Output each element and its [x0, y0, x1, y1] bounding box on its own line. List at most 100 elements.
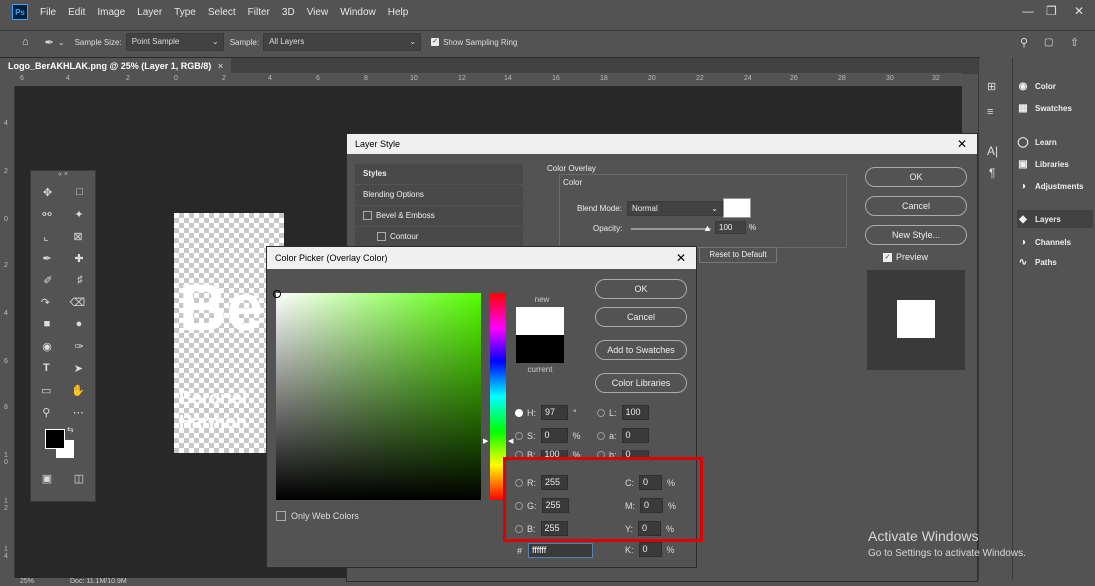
paragraph-panel-icon[interactable]: ¶ [989, 166, 995, 180]
eraser-tool-icon[interactable]: ⌫ [70, 296, 86, 309]
menu-view[interactable]: View [307, 7, 329, 18]
panel-libraries[interactable]: ▣ Libraries [1017, 158, 1069, 170]
opacity-input[interactable]: 100 [715, 221, 746, 234]
lasso-tool-icon[interactable]: ⚯ [42, 208, 51, 221]
collapse-icon[interactable]: « [58, 171, 62, 178]
panel-channels[interactable]: ◑ Channels [1017, 236, 1071, 248]
close-window-icon[interactable]: ✕ [1074, 4, 1084, 18]
share-icon[interactable]: ⇧ [1070, 36, 1079, 49]
workspace-icon[interactable]: ▢ [1044, 37, 1053, 48]
zoom-tool-icon[interactable]: ⚲ [42, 406, 50, 419]
dodge-tool-icon[interactable]: ◉ [42, 340, 52, 353]
color-field-cursor[interactable] [273, 290, 281, 298]
chevron-down-icon[interactable]: ⌄ [58, 38, 65, 47]
home-icon[interactable]: ⌂ [22, 36, 29, 48]
hex-input[interactable]: ffffff [528, 543, 594, 558]
history-brush-tool-icon[interactable]: ↷ [41, 296, 50, 309]
opacity-slider-handle[interactable]: ▲ [703, 223, 712, 233]
gradient-tool-icon[interactable]: ■ [44, 318, 51, 330]
ok-button[interactable]: OK [595, 279, 687, 299]
zoom-level[interactable]: 25% [20, 578, 34, 585]
tab-close-icon[interactable]: × [218, 61, 223, 71]
menu-help[interactable]: Help [388, 7, 409, 18]
stamp-tool-icon[interactable]: ♯ [77, 274, 83, 286]
new-style-button[interactable]: New Style... [865, 225, 967, 245]
hue-radio[interactable] [515, 408, 523, 417]
magic-wand-tool-icon[interactable]: ✦ [74, 208, 83, 221]
black-input[interactable]: 0 [638, 542, 662, 557]
document-tab[interactable]: Logo_BerAKHLAK.png @ 25% (Layer 1, RGB/8… [0, 58, 232, 74]
color-libraries-button[interactable]: Color Libraries [595, 373, 687, 393]
character-panel-icon[interactable]: A| [987, 144, 998, 158]
panel-swatches[interactable]: ▦ Swatches [1017, 102, 1072, 114]
quick-mask-icon[interactable]: ▣ [42, 472, 52, 485]
hue-input[interactable]: 97 [541, 405, 568, 420]
menu-select[interactable]: Select [208, 7, 236, 18]
properties-panel-icon[interactable]: ≡ [987, 106, 993, 118]
history-panel-icon[interactable]: ⊞ [987, 80, 996, 93]
eyedropper-icon[interactable]: ✒ [45, 36, 54, 49]
hand-tool-icon[interactable]: ✋ [71, 384, 85, 397]
hue-slider-left-handle[interactable]: ▶ [483, 437, 488, 445]
saturation-radio[interactable] [515, 431, 523, 440]
sample-select[interactable]: All Layers ⌄ [263, 33, 422, 51]
close-icon[interactable]: ✕ [957, 134, 967, 154]
panel-adjustments[interactable]: ◑ Adjustments [1017, 180, 1083, 192]
hue-slider-right-handle[interactable]: ◀ [508, 437, 513, 445]
lab-a-input[interactable]: 0 [621, 428, 649, 443]
frame-tool-icon[interactable]: ⊠ [73, 230, 82, 243]
style-bevel-emboss[interactable]: Bevel & Emboss [355, 206, 523, 227]
preview-checkbox[interactable]: ✓ [883, 252, 892, 262]
crop-tool-icon[interactable]: ⌞ [43, 230, 48, 243]
menu-image[interactable]: Image [97, 7, 125, 18]
menu-3d[interactable]: 3D [282, 7, 295, 18]
pen-tool-icon[interactable]: ✑ [74, 340, 83, 353]
menu-window[interactable]: Window [340, 7, 376, 18]
bevel-checkbox[interactable] [363, 211, 372, 221]
blend-mode-select[interactable]: Normal ⌄ [627, 201, 723, 216]
lab-l-input[interactable]: 100 [621, 405, 649, 420]
rectangle-tool-icon[interactable]: ▭ [41, 384, 51, 397]
blur-tool-icon[interactable]: ● [76, 318, 83, 330]
swap-colors-icon[interactable]: ⇆ [67, 425, 74, 434]
overlay-color-swatch[interactable] [723, 198, 751, 218]
color-field[interactable] [273, 290, 481, 500]
panel-paths[interactable]: ∿ Paths [1017, 256, 1057, 268]
healing-brush-tool-icon[interactable]: ✚ [74, 252, 83, 265]
menu-layer[interactable]: Layer [137, 7, 162, 18]
styles-header[interactable]: Styles [355, 164, 523, 185]
contour-checkbox[interactable] [377, 232, 386, 242]
cancel-button[interactable]: Cancel [865, 196, 967, 216]
lab-l-radio[interactable] [597, 408, 605, 417]
reset-to-default-button[interactable]: Reset to Default [699, 247, 777, 263]
path-selection-tool-icon[interactable]: ➤ [74, 362, 83, 375]
brush-tool-icon[interactable]: ✐ [43, 274, 52, 287]
sample-size-select[interactable]: Point Sample ⌄ [125, 33, 224, 51]
menu-type[interactable]: Type [174, 7, 196, 18]
panel-layers[interactable]: ◆ Layers [1017, 210, 1093, 228]
menu-filter[interactable]: Filter [248, 7, 270, 18]
panel-color[interactable]: ◉ Color [1017, 80, 1056, 92]
only-web-colors-checkbox[interactable] [276, 511, 286, 521]
lab-a-radio[interactable] [597, 431, 605, 440]
screen-mode-icon[interactable]: ◫ [74, 472, 84, 485]
opacity-slider[interactable] [631, 228, 711, 230]
add-to-swatches-button[interactable]: Add to Swatches [595, 340, 687, 360]
menu-edit[interactable]: Edit [68, 7, 85, 18]
move-tool-icon[interactable]: ✥ [43, 186, 52, 199]
show-ring-checkbox[interactable]: ✓ [431, 38, 440, 46]
ok-button[interactable]: OK [865, 167, 967, 187]
marquee-tool-icon[interactable]: □ [76, 186, 83, 198]
close-icon[interactable]: ✕ [676, 247, 686, 269]
style-contour[interactable]: Contour [355, 227, 523, 248]
only-web-colors-row[interactable]: Only Web Colors [276, 511, 359, 521]
cancel-button[interactable]: Cancel [595, 307, 687, 327]
eyedropper-tool-icon[interactable]: ✒ [42, 252, 51, 265]
restore-icon[interactable]: ❐ [1046, 4, 1057, 18]
saturation-input[interactable]: 0 [540, 428, 568, 443]
more-tools-icon[interactable]: ⋯ [73, 406, 84, 419]
panel-learn[interactable]: ◯ Learn [1017, 136, 1056, 148]
current-color-swatch[interactable] [516, 335, 564, 363]
preview-checkbox-row[interactable]: ✓ Preview [883, 252, 928, 262]
minimize-icon[interactable]: — [1022, 4, 1034, 18]
